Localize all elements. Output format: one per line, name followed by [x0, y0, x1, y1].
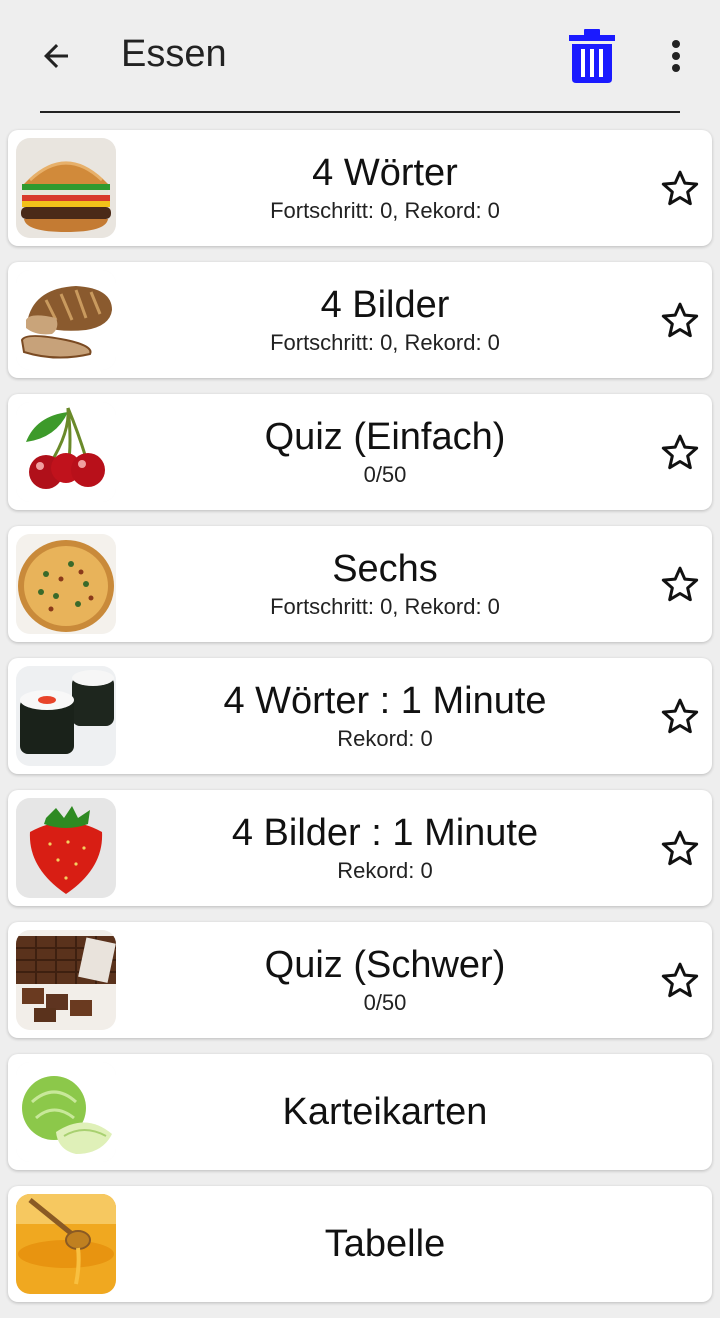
- cabbage-image: [16, 1062, 116, 1162]
- overflow-menu-button[interactable]: [656, 34, 696, 78]
- cherries-image: [16, 402, 116, 502]
- header-divider: [40, 111, 680, 113]
- item-title: Quiz (Schwer): [264, 944, 506, 986]
- list-item-sechs[interactable]: Sechs Fortschritt: 0, Rekord: 0: [8, 526, 712, 642]
- honey-image: [16, 1194, 116, 1294]
- star-outline-icon[interactable]: [660, 168, 700, 208]
- delete-button[interactable]: [562, 24, 622, 88]
- item-subtitle: Fortschritt: 0, Rekord: 0: [270, 198, 500, 223]
- list-item-tabelle[interactable]: Tabelle: [8, 1186, 712, 1302]
- item-subtitle: 0/50: [363, 990, 407, 1015]
- star-outline-icon[interactable]: [660, 564, 700, 604]
- item-title: Quiz (Einfach): [264, 416, 506, 458]
- arrow-left-icon: [44, 44, 68, 68]
- item-subtitle: Rekord: 0: [337, 726, 433, 751]
- list-item-karteikarten[interactable]: Karteikarten: [8, 1054, 712, 1170]
- list-item-4-bilder-1-minute[interactable]: 4 Bilder : 1 Minute Rekord: 0: [8, 790, 712, 906]
- bread-image: [16, 270, 116, 370]
- app-bar: Essen: [0, 0, 720, 113]
- star-outline-icon[interactable]: [660, 828, 700, 868]
- item-subtitle: Fortschritt: 0, Rekord: 0: [270, 330, 500, 355]
- item-title: Karteikarten: [282, 1091, 488, 1133]
- item-subtitle: 0/50: [363, 462, 407, 487]
- star-outline-icon[interactable]: [660, 432, 700, 472]
- more-vert-icon: [672, 40, 680, 72]
- item-title: Sechs: [332, 548, 438, 590]
- star-outline-icon[interactable]: [660, 300, 700, 340]
- page-title: Essen: [121, 33, 227, 75]
- item-subtitle: Fortschritt: 0, Rekord: 0: [270, 594, 500, 619]
- list-item-quiz-schwer[interactable]: Quiz (Schwer) 0/50: [8, 922, 712, 1038]
- item-title: Tabelle: [324, 1223, 446, 1265]
- back-button[interactable]: [30, 30, 82, 82]
- trash-icon: [569, 29, 615, 83]
- burger-image: [16, 138, 116, 238]
- star-outline-icon[interactable]: [660, 696, 700, 736]
- chocolate-image: [16, 930, 116, 1030]
- list-item-4-woerter[interactable]: 4 Wörter Fortschritt: 0, Rekord: 0: [8, 130, 712, 246]
- item-title: 4 Wörter: [312, 152, 458, 194]
- list-item-4-bilder[interactable]: 4 Bilder Fortschritt: 0, Rekord: 0: [8, 262, 712, 378]
- item-subtitle: Rekord: 0: [337, 858, 433, 883]
- list-item-quiz-einfach[interactable]: Quiz (Einfach) 0/50: [8, 394, 712, 510]
- star-outline-icon[interactable]: [660, 960, 700, 1000]
- item-title: 4 Bilder: [320, 284, 450, 326]
- sushi-image: [16, 666, 116, 766]
- strawberry-image: [16, 798, 116, 898]
- mode-list: 4 Wörter Fortschritt: 0, Rekord: 0 4 Bil…: [8, 130, 712, 1318]
- item-title: 4 Wörter : 1 Minute: [223, 680, 547, 722]
- pizza-image: [16, 534, 116, 634]
- item-title: 4 Bilder : 1 Minute: [231, 812, 539, 854]
- list-item-4-woerter-1-minute[interactable]: 4 Wörter : 1 Minute Rekord: 0: [8, 658, 712, 774]
